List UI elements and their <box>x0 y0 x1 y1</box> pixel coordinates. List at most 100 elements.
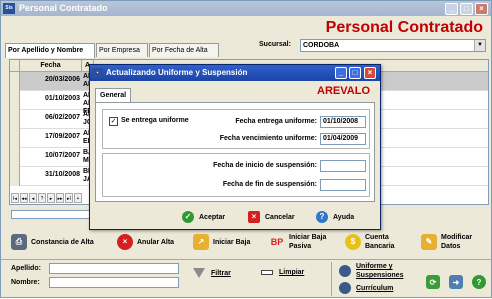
constancia-alta-button[interactable]: ⎙ Constancia de Alta <box>11 227 94 257</box>
sucursal-label: Sucursal: <box>259 41 291 48</box>
uniforme-suspensiones-link[interactable]: Uniforme y Suspensiones <box>339 262 429 280</box>
ayuda-button[interactable]: ? Ayuda <box>316 209 354 225</box>
chevron-down-icon[interactable]: ▼ <box>474 40 485 51</box>
eraser-icon <box>261 270 273 275</box>
filter-panel: Apellido: Nombre: Filtrar Limpiar Unifor… <box>1 259 492 299</box>
maximize-button[interactable]: □ <box>460 3 473 15</box>
nav-first-button[interactable]: I◂ <box>11 193 19 203</box>
suspension-group: Fecha de inicio de suspensión: Fecha de … <box>102 153 370 197</box>
sucursal-value: CORDOBA <box>303 42 340 49</box>
column-header-fecha[interactable]: Fecha <box>20 60 82 72</box>
curriculum-link[interactable]: Currículum <box>339 282 393 294</box>
close-button[interactable]: × <box>475 3 488 15</box>
cell-fecha: 01/10/2003 <box>44 95 80 102</box>
anular-alta-button[interactable]: × Anular Alta <box>117 227 174 257</box>
fecha-entrega-input[interactable]: 01/10/2008 <box>320 116 366 128</box>
nav-prev-button[interactable]: ◂ <box>29 193 37 203</box>
iniciar-baja-pasiva-button[interactable]: BP Iniciar Baja Pasiva <box>269 227 331 257</box>
nav-add-button[interactable]: + <box>74 193 82 203</box>
constancia-alta-label: Constancia de Alta <box>31 238 94 246</box>
sucursal-select[interactable]: CORDOBA ▼ <box>300 39 486 52</box>
nombre-input[interactable] <box>49 277 179 288</box>
row-indicator <box>10 110 20 129</box>
app-icon: Sis <box>3 3 15 14</box>
help-icon[interactable]: ? <box>472 275 486 289</box>
person-name: AREVALO <box>317 85 370 97</box>
tab-fecha-alta[interactable]: Por Fecha de Alta <box>149 43 219 57</box>
cancelar-button[interactable]: × Cancelar <box>248 209 295 225</box>
inicio-suspension-label: Fecha de inicio de suspensión: <box>213 162 317 169</box>
iniciar-baja-button[interactable]: ↗ Iniciar Baja <box>193 227 250 257</box>
nav-search-button[interactable]: ? <box>38 193 46 203</box>
row-indicator <box>10 72 20 91</box>
cell-fecha: 17/09/2007 <box>44 133 80 140</box>
dialog-minimize-button[interactable]: _ <box>335 67 347 79</box>
person-icon <box>339 265 351 277</box>
fecha-vencimiento-input[interactable]: 01/04/2009 <box>320 133 366 145</box>
divider <box>331 262 332 296</box>
cuenta-bancaria-button[interactable]: $ Cuenta Bancaria <box>345 227 405 257</box>
check-icon: ✓ <box>182 211 194 223</box>
cell-fecha: 06/02/2007 <box>44 114 80 121</box>
edit-icon: ✎ <box>421 234 437 250</box>
uniforme-suspensiones-label: Uniforme y Suspensiones <box>356 263 404 279</box>
row-indicator <box>10 148 20 167</box>
filtrar-label: Filtrar <box>211 269 231 277</box>
start-baja-icon: ↗ <box>193 234 209 250</box>
apellido-input[interactable] <box>49 263 179 274</box>
curriculum-person-icon <box>339 282 351 294</box>
fin-suspension-input[interactable] <box>320 179 366 191</box>
printer-icon: ⎙ <box>11 234 27 250</box>
fecha-entrega-label: Fecha entrega uniforme: <box>235 118 317 125</box>
page-title: Personal Contratado <box>325 19 483 36</box>
curriculum-label: Currículum <box>356 284 394 292</box>
nav-last-button[interactable]: ▸I <box>65 193 73 203</box>
cancelar-label: Cancelar <box>265 213 295 221</box>
minimize-button[interactable]: _ <box>445 3 458 15</box>
row-indicator <box>10 129 20 148</box>
general-panel: ✓ Se entrega uniforme Fecha entrega unif… <box>95 102 375 202</box>
tab-empresa[interactable]: Por Empresa <box>96 43 148 57</box>
row-indicator <box>10 91 20 110</box>
status-box <box>11 210 91 219</box>
bp-icon: BP <box>270 237 284 247</box>
window-title: Personal Contratado <box>19 3 108 13</box>
exit-icon[interactable]: ➜ <box>449 275 463 289</box>
cell-fecha: 31/10/2008 <box>44 171 80 178</box>
inicio-suspension-input[interactable] <box>320 160 366 172</box>
row-indicator <box>10 167 20 186</box>
uniforme-dialog: ▪ Actualizando Uniforme y Suspensión _ □… <box>89 64 381 230</box>
modificar-datos-label: Modificar Datos <box>441 234 473 250</box>
anular-alta-label: Anular Alta <box>137 238 175 246</box>
limpiar-label: Limpiar <box>279 269 305 276</box>
tab-general[interactable]: General <box>95 88 132 102</box>
refresh-icon[interactable]: ⟳ <box>426 275 440 289</box>
ayuda-label: Ayuda <box>333 213 355 221</box>
dialog-title-bar: ▪ Actualizando Uniforme y Suspensión _ □… <box>90 65 380 81</box>
action-bar: ⎙ Constancia de Alta × Anular Alta ↗ Ini… <box>1 227 492 257</box>
funnel-icon <box>193 268 205 278</box>
nombre-label: Nombre: <box>11 279 40 286</box>
cell-fecha: 10/07/2007 <box>44 152 80 159</box>
help-circle-icon: ? <box>316 211 328 223</box>
dialog-maximize-button[interactable]: □ <box>349 67 361 79</box>
entrega-uniforme-checkbox[interactable]: ✓ <box>109 117 118 126</box>
iniciar-baja-label: Iniciar Baja <box>213 238 251 246</box>
nav-next-button[interactable]: ▸ <box>47 193 55 203</box>
aceptar-button[interactable]: ✓ Aceptar <box>182 209 225 225</box>
modificar-datos-button[interactable]: ✎ Modificar Datos <box>421 227 487 257</box>
limpiar-button[interactable]: Limpiar <box>261 269 304 276</box>
nav-next-page-button[interactable]: ▸▸ <box>56 193 64 203</box>
tab-apellido-nombre[interactable]: Por Apellido y Nombre <box>5 43 95 58</box>
dialog-app-icon: ▪ <box>92 68 103 78</box>
filtrar-button[interactable]: Filtrar <box>193 268 231 278</box>
uniforme-group: ✓ Se entrega uniforme Fecha entrega unif… <box>102 109 370 149</box>
title-bar: Sis Personal Contratado _ □ × <box>1 1 491 16</box>
cancel-icon: × <box>248 211 260 223</box>
iniciar-baja-pasiva-label: Iniciar Baja Pasiva <box>289 234 327 250</box>
apellido-label: Apellido: <box>11 265 41 272</box>
dialog-title: Actualizando Uniforme y Suspensión <box>106 68 248 77</box>
dialog-close-button[interactable]: × <box>364 67 376 79</box>
nav-prev-page-button[interactable]: ◂◂ <box>20 193 28 203</box>
fin-suspension-label: Fecha de fin de suspensión: <box>222 181 317 188</box>
